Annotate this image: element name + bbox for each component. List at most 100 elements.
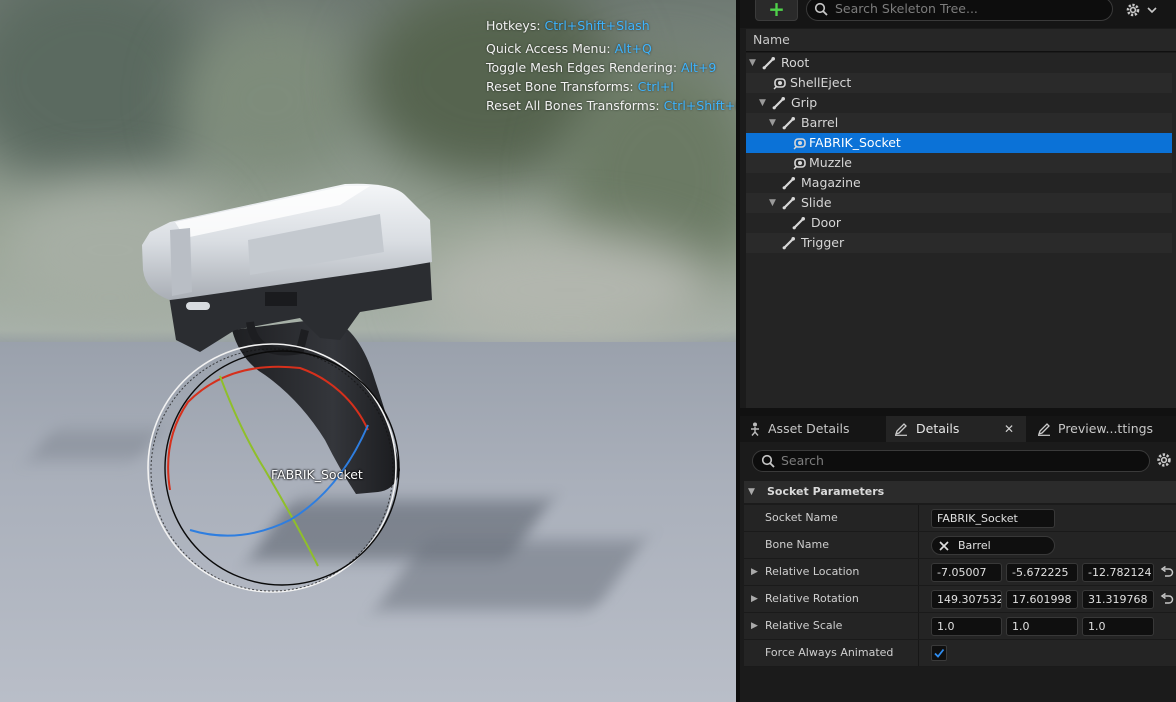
bone-icon	[782, 176, 796, 190]
expand-arrow-icon[interactable]: ▶	[751, 559, 758, 585]
section-title: Socket Parameters	[767, 485, 885, 498]
tree-row-slide[interactable]: ▼ Slide	[746, 193, 1172, 213]
bone-icon	[762, 56, 776, 70]
chevron-down-icon[interactable]: ▼	[769, 113, 779, 133]
prop-relative-location: ▶ Relative Location -7.05007 -5.672225 -…	[744, 559, 1176, 586]
reset-arrow-icon[interactable]	[1160, 566, 1174, 579]
tree-row-label: Grip	[791, 95, 818, 110]
tree-row-label: Muzzle	[809, 155, 852, 170]
tab-asset-details[interactable]: Asset Details	[740, 416, 884, 442]
bone-name-value: Barrel	[958, 539, 991, 552]
search-icon	[814, 2, 828, 16]
search-icon	[761, 454, 775, 468]
bone-icon	[782, 116, 796, 130]
reset-arrow-icon[interactable]	[1160, 593, 1174, 606]
socket-name-field[interactable]: FABRIK_Socket	[931, 509, 1055, 528]
prop-label: Force Always Animated	[765, 646, 894, 659]
tab-details[interactable]: Details ✕	[886, 416, 1026, 442]
scale-x-field[interactable]: 1.0	[931, 617, 1002, 636]
expand-arrow-icon[interactable]: ▶	[751, 586, 758, 612]
panel-splitter[interactable]	[740, 408, 1176, 416]
settings-gear-icon[interactable]	[1156, 452, 1172, 468]
chevron-down-icon[interactable]: ▼	[749, 53, 759, 73]
tree-row-label: FABRIK_Socket	[809, 135, 901, 150]
bone-icon	[792, 216, 806, 230]
checkmark-icon	[934, 648, 945, 658]
details-search[interactable]	[752, 450, 1150, 472]
rotation-y-field[interactable]: 17.601998	[1006, 590, 1078, 609]
details-search-input[interactable]	[779, 452, 1043, 469]
tab-label: Asset Details	[768, 421, 850, 436]
tree-row-shelleject[interactable]: ShellEject	[746, 73, 1172, 93]
prop-label: Relative Location	[765, 565, 860, 578]
prop-label: Relative Scale	[765, 619, 843, 632]
column-splitter[interactable]	[918, 586, 919, 612]
tree-row-label: Root	[781, 55, 810, 70]
tree-row-grip[interactable]: ▼ Grip	[746, 93, 1172, 113]
force-animated-checkbox[interactable]	[931, 645, 947, 661]
tree-row-fabrik-socket[interactable]: FABRIK_Socket	[746, 133, 1172, 153]
add-button[interactable]: +	[755, 0, 798, 21]
rotation-z-field[interactable]: 31.319768	[1082, 590, 1154, 609]
column-header-name: Name	[753, 32, 790, 47]
right-panel: + Name ▼ Root ShellEject ▼ Grip ▼ Barrel FABRIK…	[736, 0, 1176, 702]
skeleton-tree-search-input[interactable]	[833, 0, 1097, 17]
pencil-icon	[894, 423, 907, 436]
tab-preview-settings[interactable]: Preview...ttings	[1028, 416, 1176, 442]
bone-icon	[782, 236, 796, 250]
viewport[interactable]: Hotkeys: Ctrl+Shift+Slash Quick Access M…	[0, 0, 736, 702]
skeleton-tree-search[interactable]	[806, 0, 1113, 21]
socket-icon	[793, 136, 807, 150]
tree-row-barrel[interactable]: ▼ Barrel	[746, 113, 1172, 133]
location-z-field[interactable]: -12.782124	[1082, 563, 1154, 582]
details-panel: ▼ Socket Parameters Socket Name FABRIK_S…	[740, 442, 1176, 702]
tree-column-header[interactable]: Name	[746, 29, 1176, 52]
rotation-x-field[interactable]: 149.307532	[931, 590, 1002, 609]
bone-icon	[782, 196, 796, 210]
details-tabs: Asset Details Details ✕ Preview...ttings	[740, 416, 1176, 442]
rotation-gizmo[interactable]	[0, 0, 736, 702]
column-splitter[interactable]	[918, 559, 919, 585]
tree-row-magazine[interactable]: Magazine	[746, 173, 1172, 193]
prop-force-always-animated: Force Always Animated	[744, 640, 1176, 667]
socket-label: FABRIK_Socket	[271, 467, 363, 482]
prop-bone-name: Bone Name Barrel	[744, 532, 1176, 559]
pencil-icon	[1037, 423, 1050, 436]
expand-arrow-icon[interactable]: ▶	[751, 613, 758, 639]
tree-row-label: Magazine	[801, 175, 861, 190]
chevron-down-icon[interactable]: ▼	[759, 93, 769, 113]
tree-row-muzzle[interactable]: Muzzle	[746, 153, 1172, 173]
prop-relative-scale: ▶ Relative Scale 1.0 1.0 1.0	[744, 613, 1176, 640]
tree-row-root[interactable]: ▼ Root	[746, 53, 1172, 73]
chevron-down-icon[interactable]: ▼	[769, 193, 779, 213]
column-splitter[interactable]	[918, 505, 919, 531]
bone-name-combo[interactable]: Barrel	[931, 536, 1055, 555]
tree-row-label: Barrel	[801, 115, 839, 130]
section-socket-parameters[interactable]: ▼ Socket Parameters	[744, 481, 1176, 503]
prop-relative-rotation: ▶ Relative Rotation 149.307532 17.601998…	[744, 586, 1176, 613]
close-icon[interactable]: ✕	[1004, 416, 1014, 442]
socket-icon	[773, 76, 787, 90]
column-splitter[interactable]	[918, 613, 919, 639]
scale-z-field[interactable]: 1.0	[1082, 617, 1154, 636]
skeleton-tree-toolbar: +	[740, 0, 1176, 28]
scale-y-field[interactable]: 1.0	[1006, 617, 1078, 636]
location-y-field[interactable]: -5.672225	[1006, 563, 1078, 582]
bone-icon	[772, 96, 786, 110]
clear-icon[interactable]	[939, 541, 949, 551]
tree-row-trigger[interactable]: Trigger	[746, 233, 1172, 253]
skeleton-tree: ▼ Root ShellEject ▼ Grip ▼ Barrel FABRIK_Socket…	[746, 53, 1176, 408]
prop-label: Relative Rotation	[765, 592, 859, 605]
location-x-field[interactable]: -7.05007	[931, 563, 1002, 582]
tree-row-door[interactable]: Door	[746, 213, 1172, 233]
chevron-down-icon: ▼	[748, 487, 755, 497]
column-splitter[interactable]	[918, 532, 919, 558]
tree-row-label: Door	[811, 215, 842, 230]
prop-socket-name: Socket Name FABRIK_Socket	[744, 505, 1176, 532]
tab-label: Preview...ttings	[1058, 421, 1154, 436]
tree-row-label: ShellEject	[790, 75, 852, 90]
settings-gear-icon[interactable]	[1124, 1, 1164, 19]
column-splitter[interactable]	[918, 640, 919, 666]
prop-label: Socket Name	[765, 511, 838, 524]
tree-row-label: Trigger	[801, 235, 845, 250]
